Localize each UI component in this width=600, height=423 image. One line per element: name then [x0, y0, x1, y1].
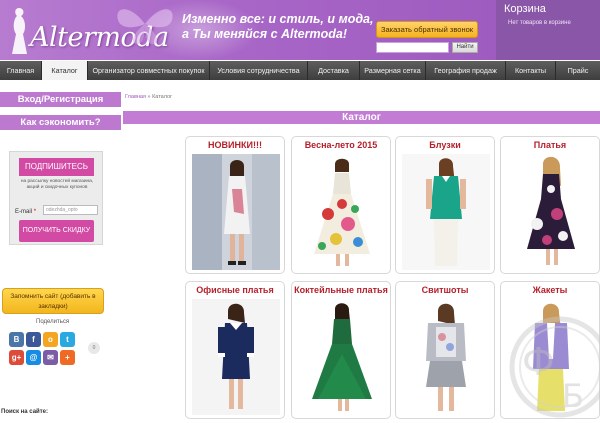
mailru-icon[interactable]: @ [26, 350, 41, 365]
product-photo[interactable] [298, 299, 386, 415]
card-title[interactable]: Платья [501, 140, 599, 150]
search-input[interactable] [376, 42, 449, 53]
card-title[interactable]: Офисные платья [186, 285, 284, 295]
email-label-text: E-mail [15, 209, 33, 215]
product-photo[interactable] [192, 154, 280, 270]
odnoklassniki-icon[interactable]: о [43, 332, 58, 347]
tagline: Изменно все: и стиль, и мода, а Ты меняй… [182, 12, 374, 42]
product-photo[interactable] [192, 299, 280, 415]
nav-item-geography[interactable]: География продаж [426, 61, 506, 80]
sidebar: Вход/Регистрация Как сэкономить? ПОДПИШИ… [0, 80, 121, 423]
svg-text:Б: Б [562, 377, 584, 415]
butterfly-icon [117, 9, 173, 44]
card-title[interactable]: Весна-лето 2015 [292, 140, 390, 150]
more-icon[interactable]: + [60, 350, 75, 365]
card-title[interactable]: НОВИНКИ!!! [186, 140, 284, 150]
required-marker: * [33, 209, 37, 215]
product-photo[interactable] [507, 154, 595, 270]
cart-widget[interactable]: Корзина Нет товаров в корзине [496, 0, 600, 60]
catalog-title: Каталог [123, 111, 600, 124]
category-card-sweatshirts[interactable]: Свитшоты [395, 281, 495, 419]
email-icon[interactable]: ✉ [43, 350, 58, 365]
product-photo[interactable] [298, 154, 386, 270]
nav-item-home[interactable]: Главная [0, 61, 42, 80]
breadcrumb-home[interactable]: Главная [125, 94, 146, 100]
breadcrumb-current: Каталог [152, 94, 173, 100]
save-money-header[interactable]: Как сэкономить? [0, 115, 121, 130]
breadcrumb-separator: » [147, 94, 151, 100]
get-discount-button[interactable]: ПОЛУЧИТЬ СКИДКУ [19, 220, 94, 242]
nav-item-organizer[interactable]: Организатор совместных покупок [88, 61, 210, 80]
subscribe-text: на рассылку новостей магазина, акций и с… [20, 179, 94, 190]
card-title[interactable]: Блузки [396, 140, 494, 150]
twitter-icon[interactable]: t [60, 332, 75, 347]
category-card-new[interactable]: НОВИНКИ!!! [185, 136, 285, 274]
card-title[interactable]: Жакеты [501, 285, 599, 295]
watermark-stamp-icon: Ф Б [509, 316, 600, 418]
tagline-line-2: а Ты меняйся с Altermoda! [182, 27, 347, 41]
svg-text:Ф: Ф [522, 340, 555, 384]
main-nav: Главная Каталог Организатор совместных п… [0, 61, 600, 80]
nav-item-terms[interactable]: Условия сотрудничества [210, 61, 308, 80]
login-header[interactable]: Вход/Регистрация [0, 92, 121, 107]
site-header: Altermoda Изменно все: и стиль, и мода, … [0, 0, 600, 60]
cart-title[interactable]: Корзина [504, 3, 546, 15]
email-field[interactable]: odezhda_opto [43, 205, 98, 215]
facebook-icon[interactable]: f [26, 332, 41, 347]
cart-status: Нет товаров в корзине [508, 20, 571, 26]
card-title[interactable]: Свитшоты [396, 285, 494, 295]
breadcrumb: Главная » Каталог [125, 94, 172, 100]
search-button[interactable]: Найти [452, 42, 478, 53]
category-card-blouses[interactable]: Блузки [395, 136, 495, 274]
product-photo[interactable] [402, 154, 490, 270]
product-photo[interactable] [402, 299, 490, 415]
nav-item-catalog[interactable]: Каталог [42, 61, 88, 80]
tagline-line-1: Изменно все: и стиль, и мода, [182, 12, 374, 26]
nav-item-delivery[interactable]: Доставка [308, 61, 360, 80]
nav-item-size-chart[interactable]: Размерная сетка [360, 61, 426, 80]
bookmark-button[interactable]: Запомнить сайт (добавить в закладки) [2, 288, 104, 314]
category-card-spring-summer[interactable]: Весна-лето 2015 [291, 136, 391, 274]
email-label: E-mail * [15, 209, 36, 215]
share-count: 0 [88, 342, 100, 354]
google-plus-icon[interactable]: g+ [9, 350, 24, 365]
subscribe-title: ПОДПИШИТЕСЬ [19, 158, 94, 176]
subscribe-box: ПОДПИШИТЕСЬ на рассылку новостей магазин… [9, 151, 103, 245]
category-card-dresses[interactable]: Платья [500, 136, 600, 274]
site-search-label: Поиск на сайте: [1, 409, 49, 415]
share-label: Поделиться [36, 319, 70, 325]
nav-item-price[interactable]: Прайс [556, 61, 600, 80]
card-title[interactable]: Коктейльные платья [292, 285, 390, 295]
logo-figure-icon [12, 8, 27, 54]
nav-item-contacts[interactable]: Контакты [506, 61, 556, 80]
category-card-cocktail-dresses[interactable]: Коктейльные платья [291, 281, 391, 419]
category-card-office-dresses[interactable]: Офисные платья [185, 281, 285, 419]
callback-button[interactable]: Заказать обратный звонок [376, 21, 478, 38]
vk-icon[interactable]: В [9, 332, 24, 347]
